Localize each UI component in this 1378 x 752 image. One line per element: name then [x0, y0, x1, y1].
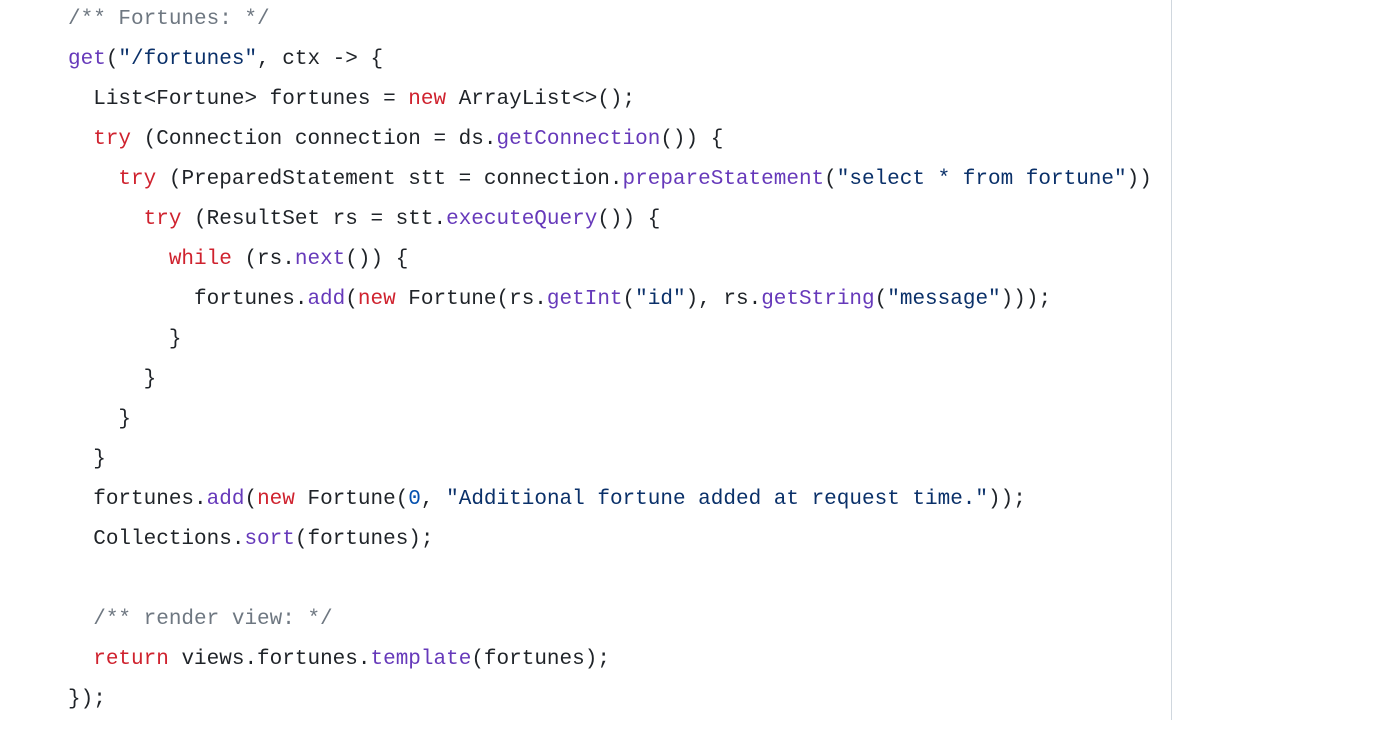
code-token: executeQuery — [446, 208, 597, 231]
code-token: ( — [623, 288, 636, 311]
code-token: "Additional fortune added at request tim… — [446, 488, 988, 511]
code-token: /** render view: */ — [93, 608, 332, 631]
code-token: } — [169, 328, 182, 351]
code-token: getInt — [547, 288, 623, 311]
code-token: fortunes. — [194, 288, 307, 311]
code-block: /** Fortunes: */get("/fortunes", ctx -> … — [0, 0, 1172, 720]
code-token: try — [144, 208, 182, 231]
code-token: ( — [244, 488, 257, 511]
code-token: } — [93, 448, 106, 471]
code-token: )); — [988, 488, 1026, 511]
code-token: add — [207, 488, 245, 511]
code-token: )) — [1127, 168, 1152, 191]
code-line: }); — [68, 680, 1171, 720]
code-token: "select * from fortune" — [837, 168, 1127, 191]
code-token: try — [118, 168, 156, 191]
code-token: (rs. — [232, 248, 295, 271]
code-token: (ResultSet rs = stt. — [181, 208, 446, 231]
code-line: /** Fortunes: */ — [68, 0, 1171, 40]
code-token: while — [169, 248, 232, 271]
code-line: } — [68, 400, 1171, 440]
code-token: } — [144, 368, 157, 391]
code-token: ()) { — [345, 248, 408, 271]
code-token: (fortunes); — [471, 648, 610, 671]
code-token: add — [307, 288, 345, 311]
code-token: "id" — [635, 288, 685, 311]
code-token: get — [68, 48, 106, 71]
code-token: , ctx -> { — [257, 48, 383, 71]
code-token: Fortune(rs. — [396, 288, 547, 311]
code-token: List<Fortune> fortunes = — [93, 88, 408, 111]
code-token: try — [93, 128, 131, 151]
code-token: new — [358, 288, 396, 311]
code-token: next — [295, 248, 345, 271]
code-token: ArrayList<>(); — [446, 88, 635, 111]
code-token: Collections. — [93, 528, 244, 551]
code-line: try (Connection connection = ds.getConne… — [68, 120, 1171, 160]
code-token: (fortunes); — [295, 528, 434, 551]
code-line: while (rs.next()) { — [68, 240, 1171, 280]
code-token: ()) { — [660, 128, 723, 151]
code-token: ))); — [1001, 288, 1051, 311]
code-line: Collections.sort(fortunes); — [68, 520, 1171, 560]
code-token: ( — [106, 48, 119, 71]
code-token: views.fortunes. — [169, 648, 371, 671]
code-token: getString — [761, 288, 874, 311]
code-token: /** Fortunes: */ — [68, 8, 270, 31]
code-token: (PreparedStatement stt = connection. — [156, 168, 622, 191]
code-token: new — [257, 488, 295, 511]
code-line — [68, 560, 1171, 600]
code-token: 0 — [408, 488, 421, 511]
code-line: } — [68, 440, 1171, 480]
code-token: } — [118, 408, 131, 431]
code-token: (Connection connection = ds. — [131, 128, 496, 151]
code-token: ), rs. — [686, 288, 762, 311]
code-token: prepareStatement — [623, 168, 825, 191]
code-line: return views.fortunes.template(fortunes)… — [68, 640, 1171, 680]
code-token: fortunes. — [93, 488, 206, 511]
code-token: , — [421, 488, 446, 511]
code-token: ( — [824, 168, 837, 191]
code-token: return — [93, 648, 169, 671]
code-token: "message" — [887, 288, 1000, 311]
code-line: fortunes.add(new Fortune(rs.getInt("id")… — [68, 280, 1171, 320]
code-token: template — [370, 648, 471, 671]
code-token: Fortune( — [295, 488, 408, 511]
code-line: } — [68, 320, 1171, 360]
code-token: ()) { — [597, 208, 660, 231]
code-token: }); — [68, 688, 106, 711]
code-token: sort — [244, 528, 294, 551]
code-line: /** render view: */ — [68, 600, 1171, 640]
code-token: ( — [345, 288, 358, 311]
code-token: getConnection — [497, 128, 661, 151]
code-line: get("/fortunes", ctx -> { — [68, 40, 1171, 80]
code-line: try (PreparedStatement stt = connection.… — [68, 160, 1171, 200]
code-token: new — [408, 88, 446, 111]
code-line: List<Fortune> fortunes = new ArrayList<>… — [68, 80, 1171, 120]
code-token: ( — [875, 288, 888, 311]
code-token: "/fortunes" — [118, 48, 257, 71]
code-line: } — [68, 360, 1171, 400]
code-line: fortunes.add(new Fortune(0, "Additional … — [68, 480, 1171, 520]
code-line: try (ResultSet rs = stt.executeQuery()) … — [68, 200, 1171, 240]
